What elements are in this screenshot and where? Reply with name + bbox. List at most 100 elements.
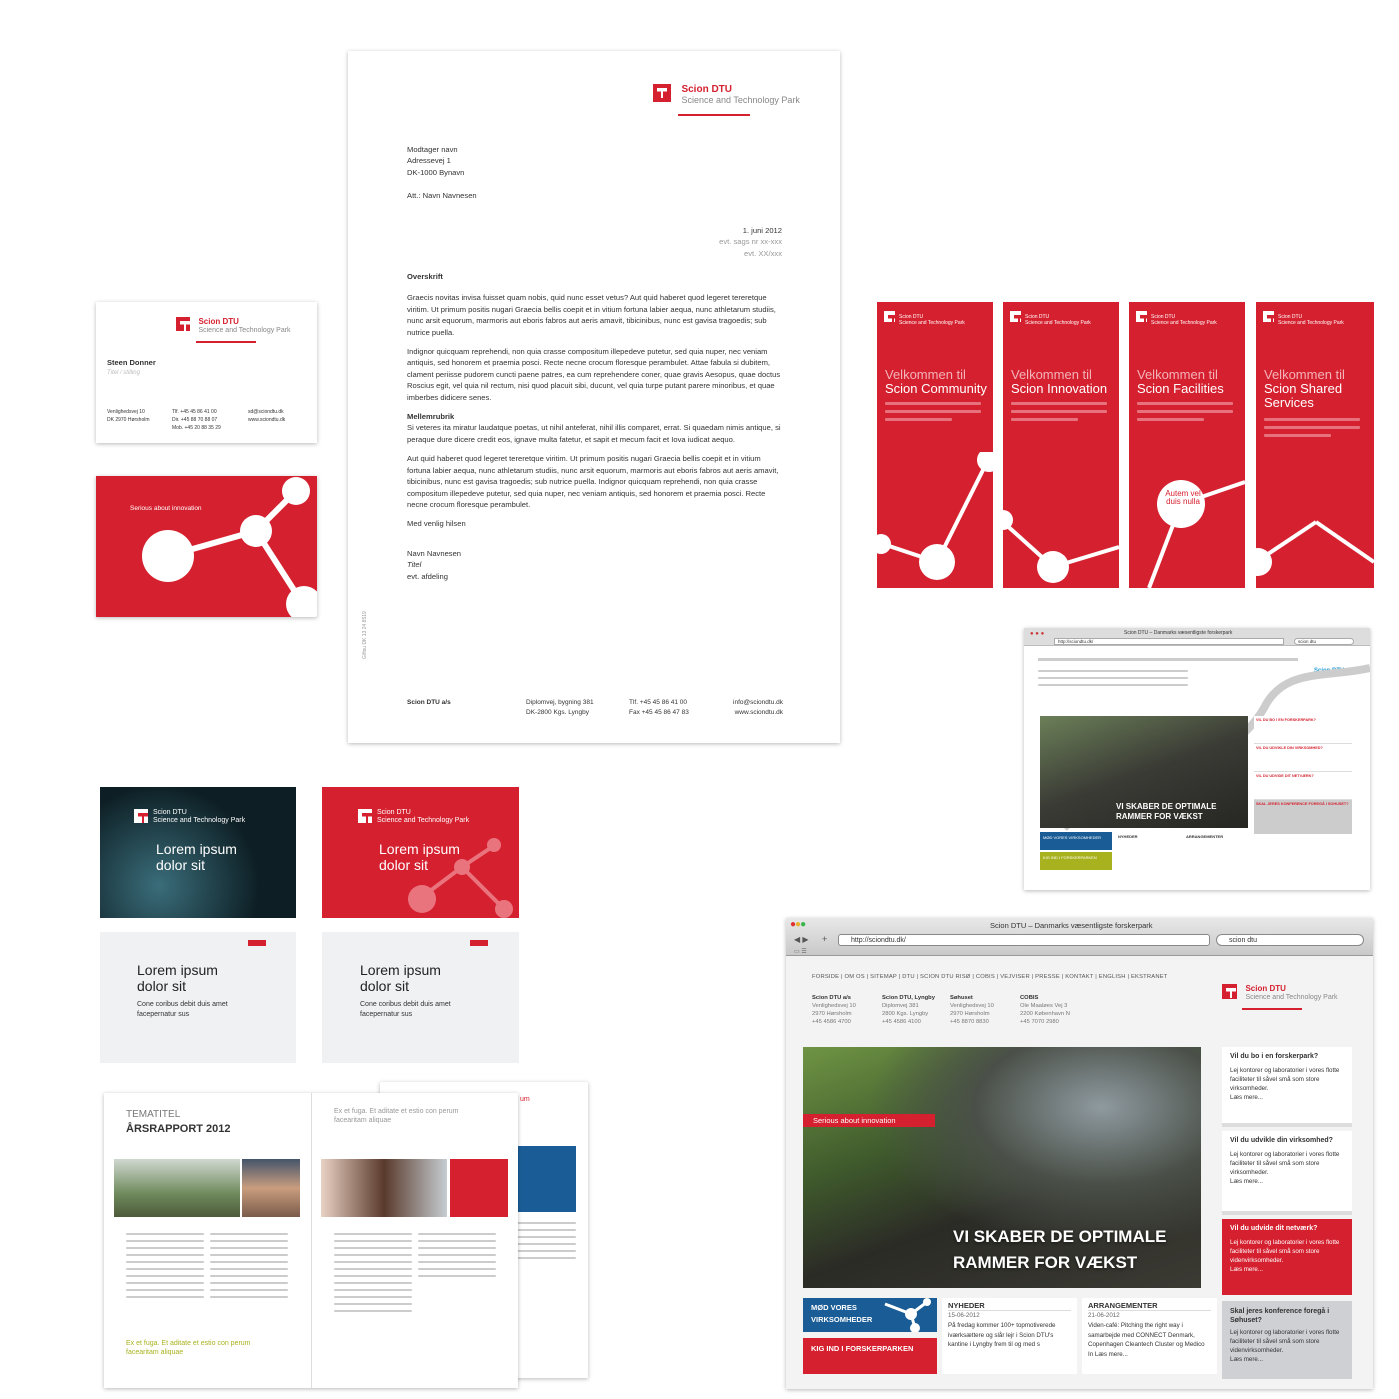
address-block: Scion DTU, Lyngby Diplomvej 381 2800 Kgs. … — [882, 994, 952, 1026]
footer-fax: Fax +45 45 86 47 83 — [629, 709, 689, 716]
sign-name: Navn Navnesen — [407, 548, 462, 558]
vertical-id: Giftsu DK 13 24 8519 — [362, 611, 368, 659]
footer-company: Scion DTU a/s — [407, 699, 451, 706]
hero-line: VI SKABER DE OPTIMALE — [953, 1227, 1167, 1246]
address-line: +45 7070 2980 — [1020, 1019, 1059, 1025]
site-menu[interactable]: FORSIDE | OM OS | SITEMAP | DTU | SCION … — [812, 974, 1168, 980]
recipient-line: DK-1000 Bynavn — [407, 167, 465, 177]
card-title: Titel / stilling — [107, 370, 140, 376]
nav-back-icon[interactable]: ◀ ▶ — [794, 935, 809, 944]
recipient-line: Modtager navn — [407, 145, 458, 154]
card-tel: Tlf. +45 45 86 41 00 — [172, 409, 217, 415]
slide-dark: Scion DTU Science and Technology Park Lor… — [100, 787, 296, 918]
news-box[interactable]: NYHEDER — [1116, 832, 1180, 870]
address-line: 2200 København N — [1020, 1011, 1070, 1017]
side-item-text: Lej kontorer og laboratorier i vores flo… — [1230, 1067, 1340, 1092]
address-line: Venlighedsvej 10 — [812, 1003, 856, 1009]
business-card-back: Serious about innovation — [96, 476, 317, 617]
hero-photo: Serious about innovation VI SKABER DE OP… — [803, 1047, 1201, 1288]
address-block: COBIS Ole Maaløes Vej 3 2200 København N +4… — [1020, 994, 1100, 1026]
banner-line1: Velkommen til — [885, 367, 966, 382]
events-box[interactable]: ARRANGEMENTER 21-06-2012 Viden-café: Pit… — [1082, 1298, 1217, 1374]
news-box[interactable]: NYHEDER 15-06-2012 På fredag kommer 100+… — [942, 1298, 1077, 1374]
slide-sub-line: Cone coribus debit duis amet — [137, 1001, 228, 1008]
sign-dept: evt. afdeling — [407, 571, 448, 581]
banners: Scion DTU Science and Technology Park Vel… — [877, 302, 1374, 588]
logo-tagline: Science and Technology Park — [1151, 320, 1217, 326]
slide-title-line: Lorem ipsum — [137, 962, 218, 978]
slide-sub-line: Cone coribus debit duis amet — [360, 1001, 451, 1008]
address-line: 2970 Hørsholm — [812, 1011, 852, 1017]
side-item[interactable]: Skal jeres konference foregå i Søhuset? … — [1222, 1301, 1352, 1379]
banner-title: Velkommen til Scion Shared Services — [1264, 368, 1345, 410]
news-date: 15-06-2012 — [948, 1312, 980, 1319]
address-heading: Scion DTU a/s — [812, 995, 851, 1001]
side-item[interactable]: VIL DU BO I EN FORSKERPARK? — [1254, 716, 1352, 744]
side-item[interactable]: Vil du udvide dit netværk? Lej kontorer … — [1222, 1219, 1352, 1295]
banner: Scion DTU Science and Technology Park Vel… — [1256, 302, 1374, 588]
scion-logo-icon — [176, 317, 190, 331]
logo-name: Scion DTU — [1245, 984, 1286, 993]
side-item[interactable]: VIL DU UDVIDE DIT NETVÆRK? — [1254, 772, 1352, 800]
read-more-link[interactable]: Læs mere... — [1230, 1177, 1344, 1187]
footer-tel: Tlf. +45 45 86 41 00 — [629, 699, 688, 706]
card-addr1: Venlighedsvej 10 — [107, 409, 145, 415]
address-heading: Søhuset — [950, 995, 973, 1001]
tile-companies[interactable]: MØD VORES VIRKSOMHEDER — [803, 1298, 875, 1332]
tile-companies[interactable]: MØD VORES VIRKSOMHEDER — [1040, 832, 1112, 850]
letter-body: Overskrift Graecis novitas invisa fuisse… — [407, 271, 781, 582]
signature: Navn Navnesen Titel evt. afdeling — [407, 548, 781, 582]
banner-line2: Scion Innovation — [1011, 381, 1108, 396]
side-item[interactable]: Vil du udvikle din virksomhed? Lej konto… — [1222, 1131, 1352, 1215]
scion-logo-icon — [653, 84, 671, 102]
side-item[interactable]: SKAL JERES KONFERENCE FOREGÅ I SOHUSET? — [1254, 800, 1352, 834]
read-more-link[interactable]: Læs mere... — [1230, 1265, 1344, 1275]
letter-paragraph: Indignor quicquam reprehendi, non quia c… — [407, 347, 781, 402]
side-item[interactable]: VIL DU UDVIKLE DIN VIRKSOMHED? — [1254, 744, 1352, 772]
report-red-box — [450, 1159, 508, 1217]
url-bar[interactable]: http://sciondtu.dk/ — [838, 934, 1210, 946]
side-item-heading: Vil du udvikle din virksomhed? — [1230, 1137, 1333, 1144]
molecule-graphic — [142, 477, 317, 617]
card-phones: Tlf. +45 45 86 41 00 Dir. +45 88 70 88 07… — [172, 408, 221, 432]
read-more-link[interactable]: Læs mere... — [1230, 1355, 1344, 1365]
scion-logo-icon — [1136, 311, 1147, 322]
slide-title: Lorem ipsum dolor sit — [360, 962, 441, 994]
search-field[interactable]: scion dtu — [1216, 934, 1364, 946]
logo-name: Scion DTU — [198, 317, 239, 326]
sign-title: Titel — [407, 560, 422, 570]
bookmarks-icon[interactable]: ▭ ☰ — [794, 948, 807, 955]
logo-tagline: Science and Technology Park — [1278, 320, 1344, 326]
window-buttons[interactable]: ●●● — [790, 919, 806, 930]
letter-subheading: Mellemrubrik — [407, 412, 455, 422]
scion-logo-icon — [1010, 311, 1021, 322]
letter-logo: Scion DTU Science and Technology Park — [653, 84, 813, 116]
logo-name: Scion DTU — [681, 84, 733, 95]
logo-tagline: Science and Technology Park — [681, 95, 800, 105]
tile-park[interactable]: KIG IND I FORSKERPARKEN — [1040, 852, 1112, 870]
banner-title: Velkommen til Scion Innovation — [1011, 368, 1107, 396]
hero-headline: VI SKABER DE OPTIMALE RAMMER FOR VÆKST — [953, 1224, 1166, 1276]
report-photo — [114, 1159, 240, 1217]
recipient-line: Adressevej 1 — [407, 156, 451, 166]
news-heading: NYHEDER — [948, 1301, 1071, 1311]
read-more-link[interactable]: Læs mere... — [1230, 1093, 1344, 1103]
banner: Scion DTU Science and Technology Park Vel… — [1003, 302, 1119, 588]
tile-park[interactable]: KIG IND I FORSKERPARKEN — [803, 1338, 937, 1374]
browser-title: Scion DTU – Danmarks væsentligste forske… — [990, 921, 1153, 930]
events-box[interactable]: ARRANGEMENTER — [1184, 832, 1248, 870]
logo-name: Scion DTU — [153, 809, 187, 816]
address-line: +45 8870 8830 — [950, 1019, 989, 1025]
report-fragment: um — [520, 1096, 530, 1103]
letter-ref: evt. sags nr xx-xxx — [719, 237, 782, 247]
add-bookmark-icon[interactable]: + — [822, 934, 827, 944]
report-photo — [242, 1159, 300, 1217]
molecule-graphic — [1147, 480, 1245, 588]
banner-title: Velkommen til Scion Facilities — [1137, 368, 1224, 396]
side-item[interactable]: Vil du bo i en forskerpark? Lej kontorer… — [1222, 1047, 1352, 1127]
card-web: sd@sciondtu.dk www.sciondtu.dk — [248, 408, 285, 424]
hero-photo: VI SKABER DE OPTIMALE RAMMER FOR VÆKST — [1040, 716, 1248, 828]
logo-tagline: Science and Technology Park — [198, 327, 291, 334]
annual-report-spread: TEMATITEL ÅRSRAPPORT 2012 Ex et fuga. Et… — [104, 1093, 518, 1388]
sidebar: Vil du bo i en forskerpark? Lej kontorer… — [1222, 1047, 1352, 1379]
